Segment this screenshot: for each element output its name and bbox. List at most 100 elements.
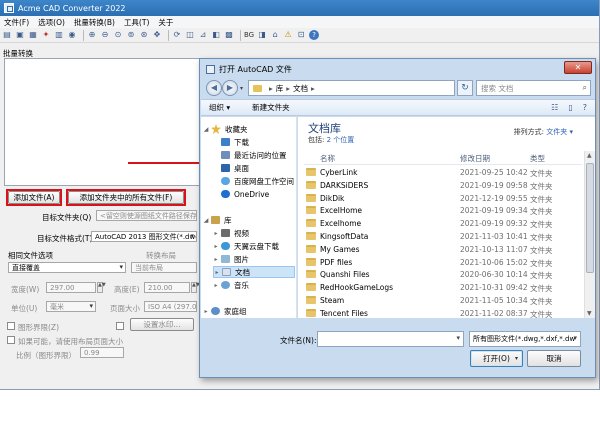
file-row[interactable]: Steam 2021-11-05 10:34 文件夹	[304, 294, 582, 307]
nav-recent[interactable]: 最近访问的位置	[221, 149, 287, 161]
expand-icon[interactable]: ▸	[213, 256, 219, 263]
expand-icon[interactable]: ▸	[203, 308, 209, 315]
column-date[interactable]: 修改日期	[460, 153, 490, 164]
menu-tools[interactable]: 工具(T)	[124, 17, 149, 28]
home-icon[interactable]: ⌂	[270, 30, 280, 40]
zoom-extents-icon[interactable]: ⊛	[139, 30, 149, 40]
layout-icon[interactable]: ◧	[211, 30, 221, 40]
file-row[interactable]: My Games 2021-10-13 11:07 文件夹	[304, 243, 582, 256]
convert-icon[interactable]: ✦	[41, 30, 51, 40]
nav-onedrive[interactable]: OneDrive	[221, 188, 269, 200]
nav-pictures[interactable]: ▸ 图片	[213, 253, 249, 265]
layout-page-size-checkbox[interactable]	[7, 336, 15, 344]
layer-icon[interactable]: ◫	[185, 30, 195, 40]
collapse-icon[interactable]: ◢	[203, 126, 209, 133]
nav-homegroup[interactable]: ▸ 家庭组	[203, 305, 246, 317]
refresh-icon[interactable]: ↻	[457, 80, 473, 96]
file-row[interactable]: PDF files 2021-10-06 15:02 文件夹	[304, 256, 582, 269]
nav-downloads[interactable]: 下载	[221, 136, 249, 148]
open-folder-icon[interactable]: ▤	[2, 30, 12, 40]
zoom-in-icon[interactable]: ⊕	[87, 30, 97, 40]
height-input[interactable]: 210.00	[144, 282, 190, 293]
ratio-input[interactable]: 0.99	[80, 347, 124, 358]
page-size-select[interactable]: ISO A4 (297.00	[144, 301, 197, 312]
warning-icon[interactable]: ⚠	[283, 30, 293, 40]
scroll-thumb[interactable]	[586, 163, 594, 273]
batch-icon[interactable]: ▥	[54, 30, 64, 40]
breadcrumb-library[interactable]: 库	[276, 83, 284, 94]
open-button[interactable]: 打开(O)	[470, 350, 523, 367]
nav-baidu-netdisk[interactable]: 百度网盘工作空间	[221, 175, 294, 187]
convert-layout-field[interactable]: 当前布局	[131, 262, 197, 273]
target-folder-input[interactable]: <留空则使源图纸文件路径保存输	[96, 210, 197, 221]
color-icon[interactable]: ◨	[257, 30, 267, 40]
pan-icon[interactable]: ✥	[152, 30, 162, 40]
breadcrumb-documents[interactable]: 文档	[293, 83, 308, 94]
file-row[interactable]: Tencent Files 2021-11-02 08:37 文件夹	[304, 307, 582, 318]
nav-documents[interactable]: ▸ 文档	[213, 266, 295, 278]
same-name-select[interactable]: 直接覆盖	[8, 262, 126, 273]
breadcrumb-chevron-icon[interactable]: ▸	[286, 84, 290, 93]
vertical-scrollbar[interactable]: ▲ ▼	[584, 151, 595, 318]
rotate-icon[interactable]: ⟳	[172, 30, 182, 40]
file-row[interactable]: RedHookGameLogs 2021-10-31 09:42 文件夹	[304, 281, 582, 294]
zoom-fit-icon[interactable]: ⊚	[126, 30, 136, 40]
save-icon[interactable]: ▣	[15, 30, 25, 40]
nav-favorites[interactable]: ◢ 收藏夹	[203, 123, 248, 135]
expand-icon[interactable]: ▸	[213, 230, 219, 237]
scroll-down-icon[interactable]: ▼	[587, 310, 592, 317]
expand-icon[interactable]: ▸	[213, 282, 219, 289]
column-name[interactable]: 名称	[320, 153, 335, 164]
close-icon[interactable]: ✕	[564, 61, 592, 74]
watermark-checkbox[interactable]	[116, 322, 124, 330]
height-spinner-icon[interactable]: ▲▼	[191, 282, 200, 293]
cancel-button[interactable]: 取消	[527, 350, 581, 367]
menu-file[interactable]: 文件(F)	[4, 17, 29, 28]
file-row[interactable]: Quanshi Files 2020-06-30 10:14 文件夹	[304, 268, 582, 281]
file-row[interactable]: Excelhome 2021-09-19 09:32 文件夹	[304, 217, 582, 230]
zoom-icon[interactable]: ⊡	[296, 30, 306, 40]
file-row[interactable]: CyberLink 2021-09-25 10:42 文件夹	[304, 166, 582, 179]
watermark-button[interactable]: 设置水印...	[130, 318, 194, 331]
unit-select[interactable]: 毫米	[46, 301, 96, 312]
filename-input[interactable]	[317, 331, 464, 347]
expand-icon[interactable]: ▸	[214, 269, 220, 276]
menu-about[interactable]: 关于	[158, 17, 173, 28]
search-input[interactable]: 搜索 文档 ⌕	[476, 80, 591, 96]
nav-tianyi[interactable]: ▸ 天翼云盘下载	[213, 240, 279, 252]
view-options-icon[interactable]: ☷	[551, 103, 558, 112]
nav-videos[interactable]: ▸ 视频	[213, 227, 249, 239]
target-format-select[interactable]: AutoCAD 2013 图形文件(*.dwg,	[91, 231, 197, 242]
nav-music[interactable]: ▸ 音乐	[213, 279, 249, 291]
batch-file-list[interactable]	[4, 58, 226, 186]
measure-icon[interactable]: ⊿	[198, 30, 208, 40]
arrange-select[interactable]: 文件夹 ▾	[546, 128, 573, 136]
scroll-up-icon[interactable]: ▲	[587, 152, 592, 159]
breadcrumb-chevron-icon[interactable]: ▸	[269, 84, 273, 93]
file-row[interactable]: DARKSiDERS 2021-09-19 09:58 文件夹	[304, 179, 582, 192]
camera-icon[interactable]: ◉	[67, 30, 77, 40]
file-row[interactable]: KingsoftData 2021-11-03 10:41 文件夹	[304, 230, 582, 243]
menu-options[interactable]: 选项(O)	[38, 17, 65, 28]
grid-icon[interactable]: ▩	[224, 30, 234, 40]
recent-pages-dropdown-icon[interactable]: ▾	[240, 85, 243, 92]
menu-batch-convert[interactable]: 批量转换(B)	[74, 17, 115, 28]
library-locations-link[interactable]: 2 个位置	[327, 136, 355, 144]
width-spinner-icon[interactable]: ▲▼	[97, 282, 106, 293]
address-bar[interactable]: ▸ 库 ▸ 文档 ▸	[248, 80, 455, 96]
zoom-window-icon[interactable]: ⊙	[113, 30, 123, 40]
preview-pane-icon[interactable]: ▯	[568, 103, 572, 112]
forward-arrow-icon[interactable]: ▶	[222, 80, 238, 96]
organize-button[interactable]: 组织 ▾	[209, 102, 230, 113]
file-row[interactable]: DikDik 2021-12-19 09:55 文件夹	[304, 192, 582, 205]
help-icon[interactable]: ?	[583, 103, 587, 112]
back-arrow-icon[interactable]: ◀	[206, 80, 222, 96]
expand-icon[interactable]: ▸	[213, 243, 219, 250]
width-input[interactable]: 297.00	[46, 282, 96, 293]
filetype-select[interactable]: 所有图形文件(*.dwg,*.dxf,*.dw	[469, 331, 581, 347]
breadcrumb-chevron-icon[interactable]: ▸	[311, 84, 315, 93]
print-icon[interactable]: ▦	[28, 30, 38, 40]
background-color-button[interactable]: BG	[244, 30, 254, 40]
border-checkbox[interactable]	[7, 322, 15, 330]
nav-library[interactable]: ◢ 库	[203, 214, 232, 226]
